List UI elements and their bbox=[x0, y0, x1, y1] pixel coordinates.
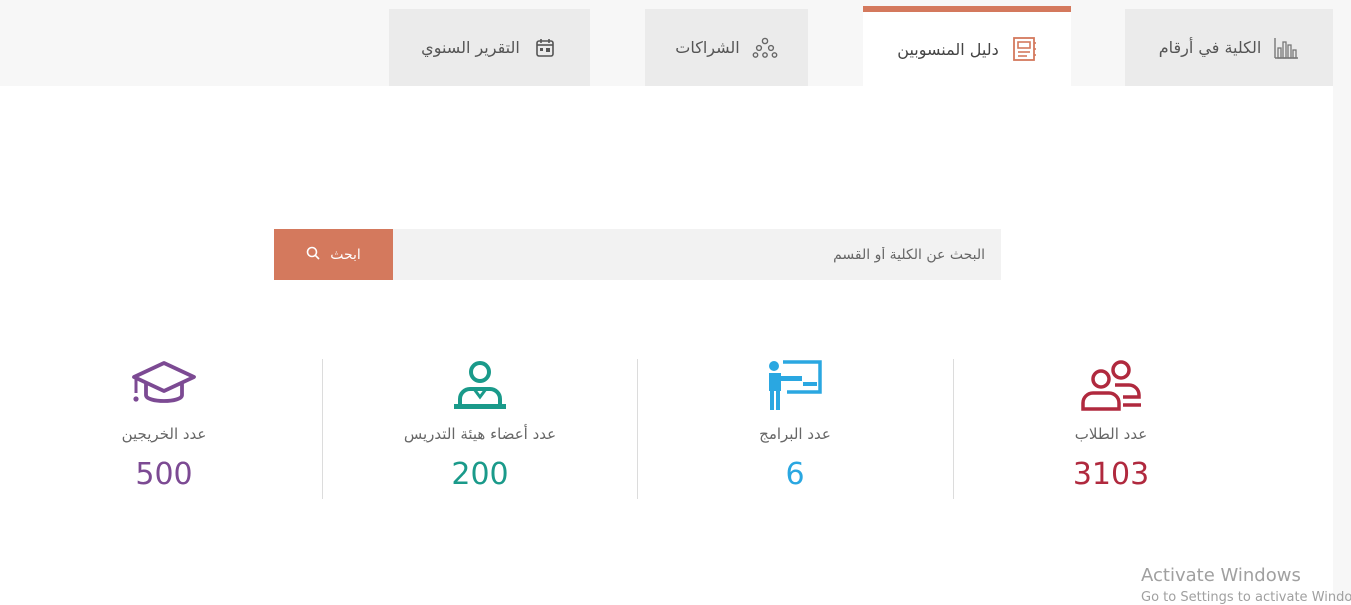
partnership-network-icon bbox=[752, 35, 778, 61]
tab-partnerships[interactable]: الشراكات bbox=[645, 9, 808, 86]
directory-book-icon bbox=[1011, 36, 1037, 62]
search-bar: ابحث bbox=[274, 229, 1001, 280]
watermark-subtitle: Go to Settings to activate Windows. bbox=[1141, 590, 1351, 605]
students-icon bbox=[953, 355, 1269, 411]
stat-students: عدد الطلاب 3103 bbox=[953, 355, 1269, 500]
stat-label: عدد البرامج bbox=[759, 425, 831, 443]
stat-value: 6 bbox=[785, 457, 805, 492]
activate-windows-watermark: Activate Windows Go to Settings to activ… bbox=[1141, 565, 1351, 605]
teacher-board-icon bbox=[637, 355, 953, 411]
stat-divider bbox=[322, 359, 323, 499]
search-icon bbox=[306, 246, 320, 264]
stat-divider bbox=[953, 359, 954, 499]
tab-staff-directory[interactable]: دليل المنسوبين bbox=[863, 6, 1071, 86]
stat-value: 500 bbox=[135, 457, 193, 492]
watermark-title: Activate Windows bbox=[1141, 565, 1301, 586]
graduation-cap-icon bbox=[6, 355, 322, 411]
bar-chart-icon bbox=[1273, 35, 1299, 61]
stat-label: عدد الخريجين bbox=[121, 425, 207, 443]
tab-label: دليل المنسوبين bbox=[897, 39, 999, 59]
tab-college-in-numbers[interactable]: الكلية في أرقام bbox=[1125, 9, 1333, 86]
stat-graduates: عدد الخريجين 500 bbox=[6, 355, 322, 500]
tab-annual-report[interactable]: التقرير السنوي bbox=[389, 9, 590, 86]
tab-label: الكلية في أرقام bbox=[1158, 38, 1262, 57]
calendar-report-icon bbox=[532, 35, 558, 61]
tab-label: التقرير السنوي bbox=[421, 38, 520, 57]
stat-value: 3103 bbox=[1072, 457, 1150, 492]
search-input[interactable] bbox=[393, 229, 1001, 280]
faculty-member-icon bbox=[322, 355, 638, 411]
search-button-label: ابحث bbox=[330, 246, 361, 263]
stat-label: عدد الطلاب bbox=[1074, 425, 1148, 443]
tab-label: الشراكات bbox=[675, 38, 740, 57]
search-button[interactable]: ابحث bbox=[274, 229, 393, 280]
stat-faculty: عدد أعضاء هيئة التدريس 200 bbox=[322, 355, 638, 500]
stat-label: عدد أعضاء هيئة التدريس bbox=[403, 425, 557, 443]
stat-value: 200 bbox=[451, 457, 509, 492]
right-edge-strip bbox=[1333, 0, 1351, 601]
stat-programs: عدد البرامج 6 bbox=[637, 355, 953, 500]
